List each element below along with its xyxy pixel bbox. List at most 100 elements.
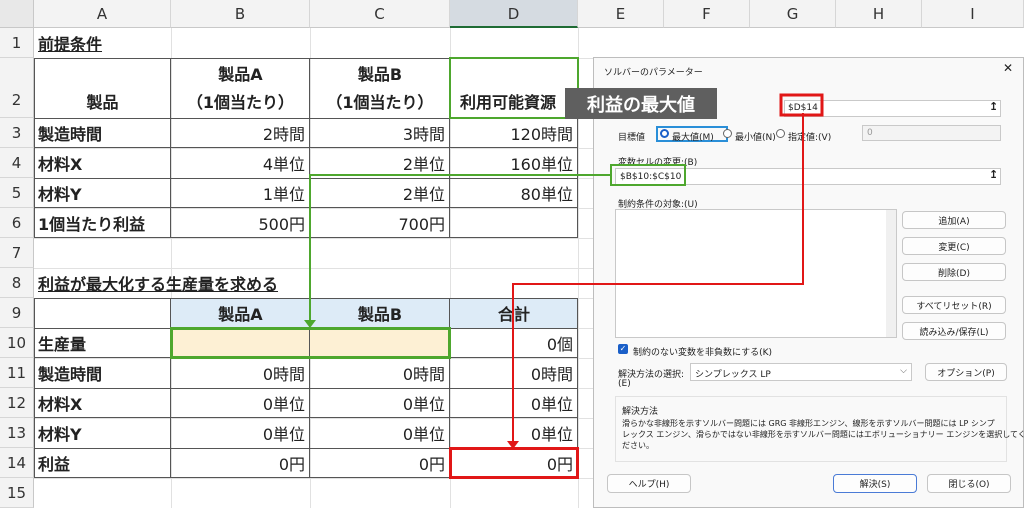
cell-a13[interactable]: 材料Y bbox=[34, 418, 171, 448]
cell-a5[interactable]: 材料Y bbox=[34, 178, 171, 208]
add-button[interactable]: 追加(A) bbox=[902, 211, 1006, 229]
cell-b11[interactable]: 0時間 bbox=[171, 358, 310, 388]
objective-input[interactable]: $D$14 bbox=[784, 100, 1001, 117]
row-header-11[interactable]: 11 bbox=[0, 358, 34, 388]
cell-a12[interactable]: 材料X bbox=[34, 388, 171, 418]
cell-d13[interactable]: 0単位 bbox=[450, 418, 578, 448]
cell-c4[interactable]: 2単位 bbox=[310, 148, 450, 178]
change-button[interactable]: 変更(C) bbox=[902, 237, 1006, 255]
col-header-i[interactable]: I bbox=[922, 0, 1024, 28]
cell-d12[interactable]: 0単位 bbox=[450, 388, 578, 418]
help-button[interactable]: ヘルプ(H) bbox=[607, 474, 691, 493]
value-of-input[interactable]: 0 bbox=[862, 125, 1001, 141]
row-header-1[interactable]: 1 bbox=[0, 28, 34, 58]
col-header-f[interactable]: F bbox=[664, 0, 750, 28]
method-desc-line3: ださい。 bbox=[622, 441, 654, 450]
row-header-12[interactable]: 12 bbox=[0, 388, 34, 418]
collapse-icon[interactable]: ↥ bbox=[989, 168, 998, 181]
col-header-g[interactable]: G bbox=[750, 0, 836, 28]
radio-max-label[interactable]: 最大値(M) bbox=[672, 130, 714, 143]
cell-c3[interactable]: 3時間 bbox=[310, 118, 450, 148]
cell-a11[interactable]: 製造時間 bbox=[34, 358, 171, 388]
col-header-b[interactable]: B bbox=[171, 0, 310, 28]
radio-min-label[interactable]: 最小値(N) bbox=[735, 130, 776, 143]
row-header-2[interactable]: 2 bbox=[0, 58, 34, 118]
close-icon[interactable]: ✕ bbox=[1003, 61, 1013, 75]
radio-min-icon[interactable] bbox=[723, 129, 732, 138]
method-select[interactable]: シンプレックス LP ⌵ bbox=[690, 363, 912, 381]
select-all-corner[interactable] bbox=[0, 0, 34, 28]
cell-d9[interactable]: 合計 bbox=[450, 298, 578, 328]
reset-all-button[interactable]: すべてリセット(R) bbox=[902, 296, 1006, 314]
row-header-10[interactable]: 10 bbox=[0, 328, 34, 358]
cell-a14[interactable]: 利益 bbox=[34, 448, 171, 478]
vars-value: $B$10:$C$10 bbox=[620, 172, 682, 182]
col-header-a[interactable]: A bbox=[34, 0, 171, 28]
load-save-button[interactable]: 読み込み/保存(L) bbox=[902, 322, 1006, 340]
cell-c5[interactable]: 2単位 bbox=[310, 178, 450, 208]
cell-b3[interactable]: 2時間 bbox=[171, 118, 310, 148]
constraints-list[interactable] bbox=[615, 209, 897, 338]
row-header-3[interactable]: 3 bbox=[0, 118, 34, 148]
cell-d2[interactable]: 利用可能資源 bbox=[450, 86, 578, 116]
cell-d11[interactable]: 0時間 bbox=[450, 358, 578, 388]
cell-c14[interactable]: 0円 bbox=[310, 448, 450, 478]
row-header-15[interactable]: 15 bbox=[0, 478, 34, 508]
cell-c2-line2[interactable]: （1個当たり） bbox=[310, 86, 450, 116]
cell-c9[interactable]: 製品B bbox=[310, 298, 450, 328]
solve-button[interactable]: 解決(S) bbox=[833, 474, 917, 493]
row-header-9[interactable]: 9 bbox=[0, 298, 34, 328]
cell-a1[interactable]: 前提条件 bbox=[34, 28, 234, 58]
cell-b2-line2[interactable]: （1個当たり） bbox=[171, 86, 310, 116]
method-group-title: 解決方法 bbox=[622, 407, 659, 417]
vars-input[interactable]: $B$10:$C$10 bbox=[615, 168, 1001, 185]
cell-b6[interactable]: 500円 bbox=[171, 208, 310, 238]
cell-b13[interactable]: 0単位 bbox=[171, 418, 310, 448]
cell-d14[interactable]: 0円 bbox=[450, 448, 578, 478]
cell-a8[interactable]: 利益が最大化する生産量を求める bbox=[34, 268, 334, 298]
nonneg-label[interactable]: 制約のない変数を非負数にする(K) bbox=[633, 345, 772, 358]
col-header-d[interactable]: D bbox=[450, 0, 578, 28]
row-header-5[interactable]: 5 bbox=[0, 178, 34, 208]
method-value: シンプレックス LP bbox=[695, 370, 771, 380]
cell-d10[interactable]: 0個 bbox=[450, 328, 578, 358]
radio-max-icon[interactable] bbox=[660, 129, 669, 138]
delete-button[interactable]: 削除(D) bbox=[902, 263, 1006, 281]
col-header-h[interactable]: H bbox=[836, 0, 922, 28]
cell-b9[interactable]: 製品A bbox=[171, 298, 310, 328]
cell-c2-line1[interactable]: 製品B bbox=[310, 58, 450, 88]
row-header-14[interactable]: 14 bbox=[0, 448, 34, 478]
cell-b14[interactable]: 0円 bbox=[171, 448, 310, 478]
constraints-scrollbar[interactable] bbox=[886, 210, 896, 337]
cell-d5[interactable]: 80単位 bbox=[450, 178, 578, 208]
cell-a10[interactable]: 生産量 bbox=[34, 328, 171, 358]
cell-d4[interactable]: 160単位 bbox=[450, 148, 578, 178]
row-header-7[interactable]: 7 bbox=[0, 238, 34, 268]
checkbox-checked-icon[interactable]: ✓ bbox=[618, 344, 628, 354]
cell-c12[interactable]: 0単位 bbox=[310, 388, 450, 418]
collapse-icon[interactable]: ↥ bbox=[989, 100, 998, 113]
cell-b12[interactable]: 0単位 bbox=[171, 388, 310, 418]
row-header-4[interactable]: 4 bbox=[0, 148, 34, 178]
cell-c6[interactable]: 700円 bbox=[310, 208, 450, 238]
value-of-text: 0 bbox=[867, 128, 873, 138]
cell-d3[interactable]: 120時間 bbox=[450, 118, 578, 148]
radio-value-icon[interactable] bbox=[776, 129, 785, 138]
col-header-c[interactable]: C bbox=[310, 0, 450, 28]
row-header-13[interactable]: 13 bbox=[0, 418, 34, 448]
cell-a3[interactable]: 製造時間 bbox=[34, 118, 171, 148]
row-header-6[interactable]: 6 bbox=[0, 208, 34, 238]
cell-a4[interactable]: 材料X bbox=[34, 148, 171, 178]
cell-b4[interactable]: 4単位 bbox=[171, 148, 310, 178]
radio-value-label[interactable]: 指定値:(V) bbox=[788, 130, 831, 143]
cell-c13[interactable]: 0単位 bbox=[310, 418, 450, 448]
cell-a6[interactable]: 1個当たり利益 bbox=[34, 208, 171, 238]
cell-a2[interactable]: 製品 bbox=[34, 86, 171, 116]
col-header-e[interactable]: E bbox=[578, 0, 664, 28]
close-button[interactable]: 閉じる(O) bbox=[927, 474, 1011, 493]
row-header-8[interactable]: 8 bbox=[0, 268, 34, 298]
cell-c11[interactable]: 0時間 bbox=[310, 358, 450, 388]
cell-b2-line1[interactable]: 製品A bbox=[171, 58, 310, 88]
options-button[interactable]: オプション(P) bbox=[925, 363, 1007, 381]
cell-b5[interactable]: 1単位 bbox=[171, 178, 310, 208]
